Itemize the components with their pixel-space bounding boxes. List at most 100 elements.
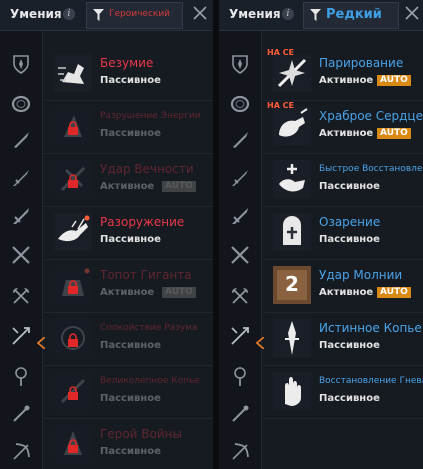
skill-type: Пассивное	[319, 181, 380, 192]
new-badge: НА СЕ	[267, 48, 295, 57]
skill-name: Восстановление Гнева	[319, 376, 423, 386]
skill-row[interactable]: Топот Гиганта Активное AUTO	[44, 260, 213, 313]
skill-type: Активное	[319, 287, 374, 298]
enlightenment-skill-icon	[273, 213, 311, 251]
skill-row[interactable]: Спокойствие Разума Пассивное	[44, 313, 213, 366]
skill-row[interactable]: Быстрое Восстановление Пассивное	[263, 154, 423, 207]
spear-icon[interactable]	[10, 325, 32, 347]
skills-panel-heroic: Умения i Героический Безумие Пассивное Р…	[0, 0, 213, 469]
lock-icon	[68, 333, 78, 347]
shield-emblem-icon[interactable]	[229, 53, 251, 75]
skill-name: Истинное Копье	[319, 321, 422, 335]
skill-type: Пассивное	[319, 234, 380, 245]
bow-icon[interactable]	[10, 441, 32, 463]
panel-title: Умения	[229, 7, 281, 21]
filter-label: Редкий	[326, 7, 382, 22]
skill-type: Активное	[319, 75, 374, 86]
skill-name: Спокойствие Разума	[100, 323, 198, 333]
skill-type: Активное	[100, 287, 155, 298]
lock-icon	[68, 386, 78, 400]
skills-panel-rare: Умения i Редкий НА СЕ Парирование Активн…	[219, 0, 423, 469]
auto-badge: AUTO	[377, 75, 411, 86]
skill-row[interactable]: Разоружение Пассивное	[44, 207, 213, 260]
parry-skill-icon	[273, 54, 311, 92]
grade-filter-dropdown[interactable]: Героический	[86, 2, 183, 29]
skill-row[interactable]: Озарение Пассивное	[263, 207, 423, 260]
skill-row[interactable]: 2 Удар Молнии Активное AUTO	[263, 260, 423, 313]
dagger-icon[interactable]	[229, 129, 251, 151]
greatsword-icon[interactable]	[10, 205, 32, 227]
skill-name: Безумие	[100, 56, 154, 70]
skill-type: Пассивное	[100, 128, 161, 139]
lock-icon	[68, 174, 78, 188]
staff-icon[interactable]	[10, 365, 32, 387]
wand-icon[interactable]	[10, 403, 32, 425]
weapon-category-sidebar	[0, 31, 45, 469]
new-badge: НА СЕ	[267, 101, 295, 110]
disarm-skill-icon	[54, 213, 92, 251]
sword-icon[interactable]	[229, 167, 251, 189]
shield-emblem-icon[interactable]	[10, 53, 32, 75]
wand-icon[interactable]	[229, 403, 251, 425]
weapon-category-sidebar	[219, 31, 264, 469]
dagger-icon[interactable]	[10, 129, 32, 151]
panel-title: Умения	[10, 7, 62, 21]
filter-label: Героический	[109, 9, 171, 19]
skill-name: Парирование	[319, 56, 404, 70]
berserk-skill-icon	[54, 54, 92, 92]
skill-name: Герой Войны	[100, 427, 182, 441]
true-spear-skill-icon	[273, 319, 311, 357]
skill-level-number: 2	[285, 272, 299, 296]
grade-filter-dropdown[interactable]: Редкий	[303, 2, 399, 29]
crossed-swords-icon[interactable]	[229, 244, 251, 266]
lock-icon	[68, 121, 78, 135]
info-icon[interactable]: i	[282, 8, 294, 20]
skill-type: Пассивное	[100, 393, 161, 404]
skill-row[interactable]: НА СЕ Парирование Активное AUTO	[263, 48, 423, 101]
auto-badge: AUTO	[162, 181, 196, 192]
skill-name: Топот Гиганта	[100, 268, 192, 282]
skill-name: Удар Молнии	[319, 268, 403, 282]
skill-row[interactable]: Безумие Пассивное	[44, 48, 213, 101]
brave-heart-skill-icon	[273, 107, 311, 145]
crossed-axes-icon[interactable]	[10, 285, 32, 307]
skill-type: Пассивное	[100, 234, 161, 245]
spear-icon[interactable]	[229, 325, 251, 347]
rage-recovery-skill-icon	[273, 372, 311, 410]
skill-name: Храброе Сердце	[319, 109, 423, 123]
crossed-axes-icon[interactable]	[229, 285, 251, 307]
auto-badge: AUTO	[377, 287, 411, 298]
auto-badge: AUTO	[162, 287, 196, 298]
bow-icon[interactable]	[229, 441, 251, 463]
greatsword-icon[interactable]	[229, 205, 251, 227]
close-icon[interactable]	[191, 4, 209, 22]
close-icon[interactable]	[403, 4, 421, 22]
skill-type: Активное	[100, 181, 155, 192]
panel-header: Умения i Героический	[0, 0, 213, 31]
crossed-swords-icon[interactable]	[10, 244, 32, 266]
skill-row[interactable]: Великолепное Копье Пассивное	[44, 366, 213, 419]
skill-row[interactable]: Удар Вечности Активное AUTO	[44, 154, 213, 207]
skill-name: Великолепное Копье	[100, 376, 200, 386]
skill-type: Пассивное	[100, 75, 161, 86]
skill-type: Пассивное	[100, 340, 161, 351]
skill-row[interactable]: Герой Войны Пассивное	[44, 419, 213, 469]
skill-row[interactable]: НА СЕ Храброе Сердце Активное AUTO	[263, 101, 423, 154]
lock-icon	[68, 439, 78, 453]
panel-header: Умения i Редкий	[219, 0, 423, 31]
info-icon[interactable]: i	[63, 8, 75, 20]
skill-row[interactable]: Восстановление Гнева Пассивное	[263, 366, 423, 419]
sword-icon[interactable]	[10, 167, 32, 189]
lock-icon	[68, 280, 78, 294]
skill-type: Пассивное	[100, 446, 161, 457]
ring-icon[interactable]	[10, 93, 32, 115]
skill-type: Активное	[319, 128, 374, 139]
skill-name: Разоружение	[100, 215, 185, 229]
skill-name: Быстрое Восстановление	[319, 164, 423, 174]
skill-row[interactable]: Разрушение Энергии Пассивное	[44, 101, 213, 154]
staff-icon[interactable]	[229, 365, 251, 387]
skill-name: Разрушение Энергии	[100, 111, 201, 121]
ring-icon[interactable]	[229, 93, 251, 115]
skill-row[interactable]: Истинное Копье Пассивное	[263, 313, 423, 366]
filter-icon	[93, 9, 104, 21]
